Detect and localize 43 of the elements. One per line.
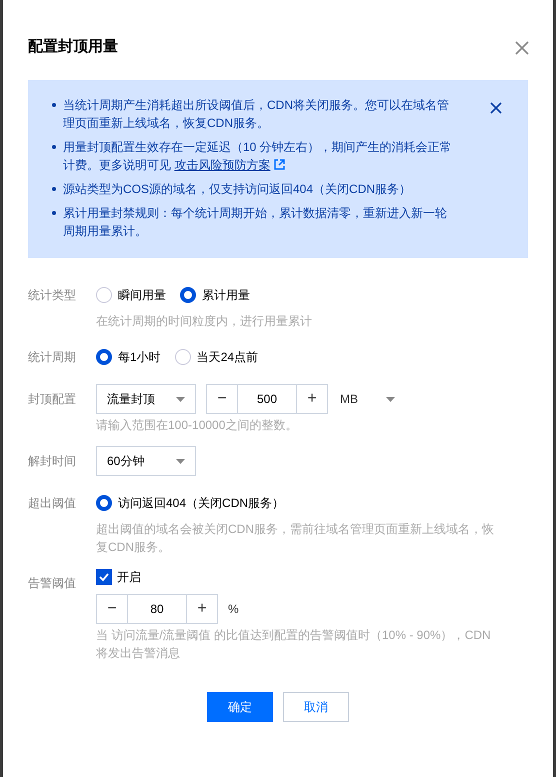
checkbox[interactable] [96,569,112,585]
number-stepper[interactable]: − 80 + [96,594,218,624]
cancel-button[interactable]: 取消 [283,692,349,722]
caret-icon [176,396,185,402]
field-label: 解封时间 [28,453,77,470]
caret-icon [386,396,395,402]
confirm-button[interactable]: 确定 [207,692,273,722]
bullet-icon [52,187,56,191]
dropdown[interactable]: 60分钟 [96,446,196,476]
external-link-icon [274,159,286,170]
bullet-icon [52,145,56,149]
caret-icon [176,458,185,464]
field-label: 超出阈值 [28,495,77,512]
radio-option[interactable]: 累计用量 [180,286,250,304]
hint-text: 请输入范围在100-10000之间的整数。 [96,417,298,434]
notice-text: 源站类型为COS源的域名，仅支持访问返回404（关闭CDN服务） [63,181,412,198]
radio-icon[interactable] [96,349,112,365]
field-label: 封顶配置 [28,391,77,408]
notice-text: 用量封顶配置生效存在一定延迟（10 分钟左右），期间产生的消耗会正常计费。更多说明可见 攻击风险预防方案 [63,139,453,174]
dialog-title: 配置封顶用量 [28,37,118,57]
bullet-icon [52,103,56,107]
radio-option[interactable]: 访问返回404（关闭CDN服务） [96,494,284,512]
radio-icon[interactable] [96,495,112,511]
number-stepper[interactable]: − 500 + [206,384,328,414]
dropdown[interactable]: 流量封顶 [96,384,196,414]
radio-icon[interactable] [180,287,196,303]
field-label: 告警阈值 [28,575,77,592]
notice-text: 累计用量封禁规则：每个统计周期开始，累计数据清零，重新进入新一轮周期用量累计。 [63,205,448,240]
checkbox-option[interactable]: 开启 [96,568,528,586]
field-label: 统计类型 [28,287,77,304]
check-icon [98,571,110,583]
radio-option[interactable]: 瞬间用量 [96,286,166,304]
radio-option[interactable]: 当天24点前 [174,348,258,366]
notice-link[interactable]: 攻击风险预防方案 [174,158,286,172]
hint-text: 当 访问流量/流量阈值 的比值达到配置的告警阈值时（10% - 90%），CDN将发出告警消息 [96,627,492,662]
notice-text: 当统计周期产生消耗超出所设阈值后，CDN将关闭服务。您可以在域名管理页面重新上线域名，恢复CDN服务。 [63,97,450,132]
unit-dropdown[interactable]: MB [338,390,395,408]
hint-text: 超出阈值的域名会被关闭CDN服务，需前往域名管理页面重新上线域名，恢复CDN服务。 [96,521,495,556]
hint-text: 在统计周期的时间粒度内，进行用量累计 [96,313,313,330]
unit-label: % [228,601,239,618]
field-label: 统计周期 [28,349,77,366]
radio-option[interactable]: 每1小时 [96,348,161,366]
bullet-icon [52,211,56,215]
